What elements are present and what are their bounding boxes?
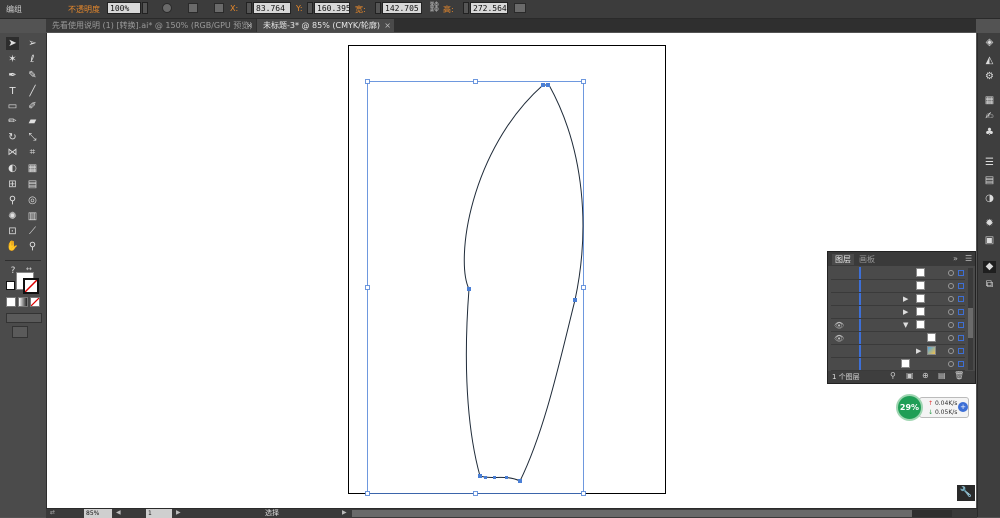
horizontal-scrollbar[interactable] — [352, 510, 952, 517]
layer-thumbnail — [901, 359, 910, 368]
clipping-mask-icon[interactable]: ▣ — [906, 371, 914, 380]
layer-thumbnail — [916, 307, 925, 316]
layer-color-bar — [859, 332, 861, 344]
delete-layer-icon[interactable]: 🗑 — [954, 371, 964, 380]
bounding-box — [367, 81, 584, 494]
layer-thumbnail — [916, 320, 925, 329]
panel-footer: 1 个图层 ⚲ ▣ ⊕ ▤ 🗑 — [828, 371, 975, 383]
booster-icon[interactable]: + — [958, 402, 968, 412]
target-icon[interactable] — [948, 309, 954, 315]
selection-indicator[interactable] — [958, 296, 964, 302]
layers-panel: 图层 画板 » ☰ ▶ ▶ 👁 ▼ 👁 ▶ 1 个图层 ⚲ ▣ ⊕ ▤ 🗑 — [827, 251, 976, 384]
layer-color-bar — [859, 345, 861, 357]
visibility-eye-icon[interactable]: 👁 — [834, 321, 844, 330]
collapse-triangle-icon[interactable]: ▼ — [903, 321, 908, 329]
prev-artboard-icon[interactable]: ◀ — [116, 509, 121, 516]
transparency-icon[interactable]: ◑ — [983, 193, 996, 205]
layer-color-bar — [859, 306, 861, 318]
layer-row[interactable]: ▶ — [831, 345, 965, 358]
layer-thumbnail — [927, 333, 936, 342]
selection-indicator[interactable] — [958, 309, 964, 315]
locate-object-icon[interactable]: ⚲ — [890, 371, 896, 380]
layer-row[interactable]: ▶ — [831, 306, 965, 319]
panel-collapse-icon[interactable]: » — [953, 254, 958, 263]
layer-row[interactable] — [831, 280, 965, 293]
layer-row[interactable]: ▶ — [831, 293, 965, 306]
layer-row[interactable]: 👁 — [831, 332, 965, 345]
appearance-icon[interactable]: ✹ — [983, 218, 996, 230]
layer-count-label: 1 个图层 — [832, 373, 860, 381]
color-themes-icon[interactable]: ⚙ — [983, 71, 996, 83]
layers-icon[interactable]: ◆ — [983, 261, 996, 273]
panel-menu-icon[interactable]: ☰ — [965, 254, 972, 263]
layer-row[interactable] — [831, 267, 965, 280]
layer-thumbnail — [916, 294, 925, 303]
new-sublayer-icon[interactable]: ⊕ — [922, 371, 929, 380]
selection-indicator[interactable] — [958, 335, 964, 341]
download-speed: ↓ 0.05K/s — [928, 409, 958, 416]
selection-indicator[interactable] — [958, 348, 964, 354]
layer-color-bar — [859, 319, 861, 331]
next-artboard-icon[interactable]: ▶ — [176, 509, 181, 516]
leaf-outline-path — [463, 84, 584, 482]
target-icon[interactable] — [948, 335, 954, 341]
network-speed-widget[interactable]: ↑ 0.04K/s ↓ 0.05K/s + 29% — [895, 394, 975, 422]
color-icon[interactable]: ◈ — [983, 37, 996, 49]
layer-color-bar — [859, 358, 861, 370]
target-icon[interactable] — [948, 283, 954, 289]
selection-indicator[interactable] — [958, 322, 964, 328]
expand-triangle-icon[interactable]: ▶ — [903, 295, 908, 303]
upload-speed: ↑ 0.04K/s — [928, 400, 958, 407]
stroke-icon[interactable]: ☰ — [983, 157, 996, 169]
tab-artboards[interactable]: 画板 — [856, 254, 878, 265]
status-toggle-icon[interactable]: ⇄ — [50, 509, 55, 516]
selection-indicator[interactable] — [958, 270, 964, 276]
scrollbar-thumb[interactable] — [968, 308, 973, 338]
layer-color-bar — [859, 267, 861, 279]
status-menu-icon[interactable]: ▶ — [342, 509, 347, 516]
color-guide-icon[interactable]: ◭ — [983, 55, 996, 67]
symbols-icon[interactable]: ♣ — [983, 127, 996, 139]
swatches-icon[interactable]: ▦ — [983, 95, 996, 107]
visibility-eye-icon[interactable]: 👁 — [834, 334, 844, 343]
target-icon[interactable] — [948, 322, 954, 328]
net-speed-box: ↑ 0.04K/s ↓ 0.05K/s + — [919, 397, 969, 418]
target-icon[interactable] — [948, 348, 954, 354]
selection-indicator[interactable] — [958, 283, 964, 289]
expand-triangle-icon[interactable]: ▶ — [916, 347, 921, 355]
layer-color-bar — [859, 293, 861, 305]
target-icon[interactable] — [948, 361, 954, 367]
memory-percent[interactable]: 29% — [896, 394, 923, 421]
selection-indicator[interactable] — [958, 361, 964, 367]
bounding-box-handles — [365, 79, 586, 496]
expand-triangle-icon[interactable]: ▶ — [903, 308, 908, 316]
right-panel-dock: ◈ ◭ ⚙ ▦ ✍ ♣ ☰ ▤ ◑ ✹ ▣ ◆ ⧉ — [977, 33, 1000, 517]
target-icon[interactable] — [948, 270, 954, 276]
layer-thumbnail — [927, 346, 936, 355]
layer-row[interactable] — [831, 358, 965, 371]
layer-row[interactable]: 👁 ▼ — [831, 319, 965, 332]
layer-thumbnail — [916, 281, 925, 290]
brushes-icon[interactable]: ✍ — [983, 111, 996, 123]
target-icon[interactable] — [948, 296, 954, 302]
layer-color-bar — [859, 280, 861, 292]
graphic-styles-icon[interactable]: ▣ — [983, 235, 996, 247]
wrench-icon[interactable]: 🔧 — [957, 485, 975, 501]
layers-scrollbar[interactable] — [968, 268, 973, 370]
layer-thumbnail — [916, 268, 925, 277]
gradient-icon[interactable]: ▤ — [983, 175, 996, 187]
tab-layers[interactable]: 图层 — [832, 254, 854, 265]
scrollbar-thumb[interactable] — [352, 510, 912, 517]
new-layer-icon[interactable]: ▤ — [938, 371, 946, 380]
anchor-points — [467, 83, 577, 483]
artboards-icon[interactable]: ⧉ — [983, 279, 996, 291]
